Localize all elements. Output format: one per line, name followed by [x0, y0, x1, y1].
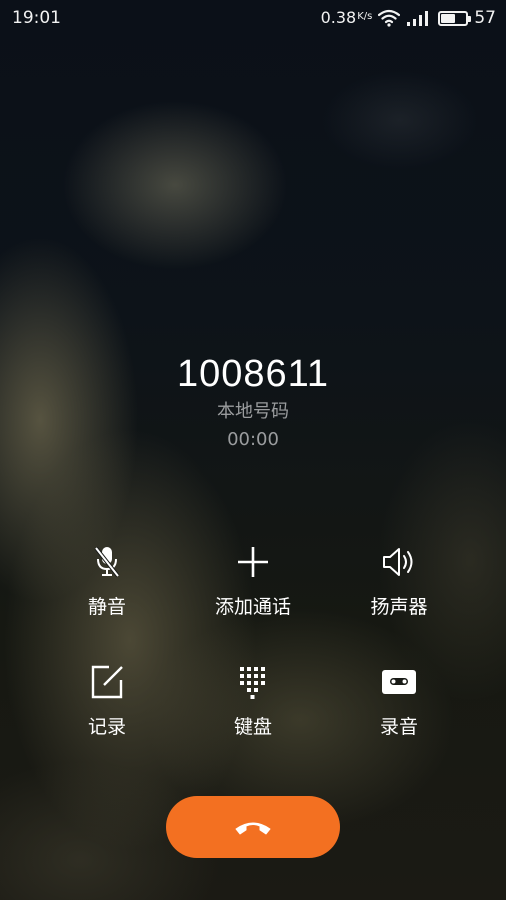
- net-speed-value: 0.38: [320, 8, 357, 27]
- net-speed-unit: K/s: [357, 11, 373, 22]
- mute-button[interactable]: 静音: [37, 542, 177, 620]
- battery-fill: [441, 13, 456, 23]
- wifi-icon: [378, 9, 401, 27]
- end-call-button[interactable]: [166, 796, 340, 858]
- signal-icon: [407, 11, 429, 26]
- speaker-label: 扬声器: [370, 596, 428, 618]
- record-label: 录音: [379, 716, 418, 738]
- plus-icon: [238, 547, 268, 577]
- keypad-icon: [240, 667, 265, 699]
- keypad-label: 键盘: [233, 716, 272, 738]
- keypad-button[interactable]: 键盘: [183, 662, 323, 740]
- net-speed: 0.38K/s: [321, 8, 373, 28]
- add-call-button[interactable]: 添加通话: [183, 542, 323, 620]
- notes-label: 记录: [87, 716, 126, 738]
- phone-number: 1008611: [176, 353, 330, 395]
- hang-up-icon: [235, 822, 271, 835]
- battery-level: 57: [474, 8, 496, 28]
- notes-button[interactable]: 记录: [37, 662, 177, 740]
- battery-icon: [438, 10, 472, 26]
- status-bar: 19:01 0.38K/s 57: [0, 0, 506, 36]
- status-time: 19:01: [12, 8, 61, 28]
- number-location: 本地号码: [217, 401, 289, 422]
- mic-muted-icon: [94, 546, 120, 578]
- mute-label: 静音: [87, 596, 126, 618]
- cassette-icon: [382, 670, 416, 694]
- speaker-icon: [383, 548, 413, 576]
- status-right: 0.38K/s 57: [321, 8, 496, 28]
- record-button[interactable]: 录音: [329, 662, 469, 740]
- call-duration: 00:00: [227, 429, 279, 450]
- note-edit-icon: [91, 665, 123, 699]
- caller-info: 1008611 本地号码 00:00: [0, 350, 506, 452]
- add-call-label: 添加通话: [214, 596, 291, 618]
- speaker-button[interactable]: 扬声器: [329, 542, 469, 620]
